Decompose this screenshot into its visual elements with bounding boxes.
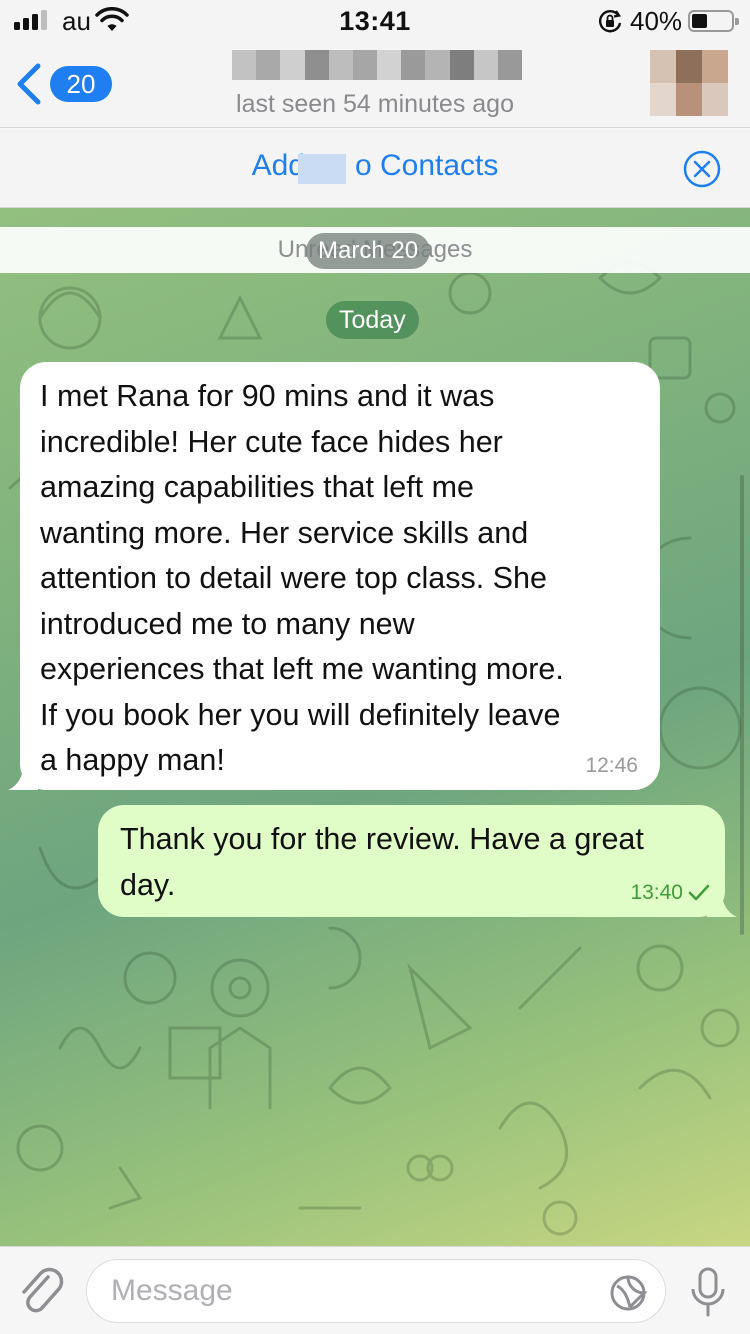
- last-seen-status: last seen 54 minutes ago: [236, 90, 514, 118]
- paperclip-icon[interactable]: [16, 1265, 66, 1319]
- message-time: 12:46: [585, 754, 638, 777]
- message-time: 13:40: [630, 881, 683, 904]
- redaction-pixel: [650, 83, 676, 116]
- incoming-message-bubble[interactable]: I met Rana for 90 mins and it was incred…: [8, 362, 660, 790]
- contact-name-redacted[interactable]: [232, 50, 523, 80]
- chat-header: 20 last seen 54 minutes ago: [0, 40, 750, 128]
- redaction-pixel: [425, 50, 450, 80]
- redaction-pixel: [650, 50, 676, 83]
- close-circle-icon[interactable]: [682, 149, 722, 189]
- status-bar: au 13:41 40%: [0, 0, 750, 40]
- message-input[interactable]: [86, 1259, 666, 1323]
- bubble-tail: [8, 764, 38, 790]
- redaction-pixel: [280, 50, 305, 80]
- floating-date-chip: March 20: [306, 233, 431, 269]
- redaction-pixel: [676, 83, 702, 116]
- outgoing-message-bubble[interactable]: Thank you for the review. Have a great d…: [98, 805, 737, 917]
- add-contact-banner: Add o Contacts: [0, 129, 750, 208]
- sticker-icon[interactable]: [608, 1273, 648, 1313]
- redaction-pixel: [256, 50, 281, 80]
- redaction-pixel: [702, 83, 728, 116]
- redaction-pixel: [232, 50, 257, 80]
- message-text: Thank you for the review. Have a great d…: [120, 822, 644, 902]
- redaction-pixel: [352, 50, 378, 80]
- today-date-chip: Today: [326, 301, 419, 339]
- chat-scrollbar[interactable]: [740, 475, 744, 935]
- redaction-pixel: [377, 50, 402, 80]
- battery-icon: [688, 10, 739, 32]
- redaction-pixel: [328, 50, 353, 80]
- redaction-pixel: [449, 50, 474, 80]
- microphone-icon[interactable]: [688, 1265, 728, 1319]
- avatar[interactable]: [650, 50, 728, 116]
- message-composer: [0, 1246, 750, 1334]
- message-text: I met Rana for 90 mins and it was incred…: [40, 379, 564, 777]
- bubble-tail: [707, 891, 737, 917]
- message-meta: 13:40: [630, 881, 711, 905]
- redaction-pixel: [676, 50, 702, 83]
- redaction-pixel: [702, 50, 728, 83]
- redacted-name-block: [298, 154, 346, 184]
- orientation-lock-icon: [599, 10, 622, 33]
- battery-percent: 40%: [630, 6, 683, 36]
- read-check-icon: [688, 884, 710, 901]
- add-to-contacts-link[interactable]: Add o Contacts: [0, 149, 750, 183]
- redaction-pixel: [473, 50, 498, 80]
- redaction-pixel: [497, 50, 523, 80]
- redaction-pixel: [304, 50, 329, 80]
- redaction-pixel: [401, 50, 426, 80]
